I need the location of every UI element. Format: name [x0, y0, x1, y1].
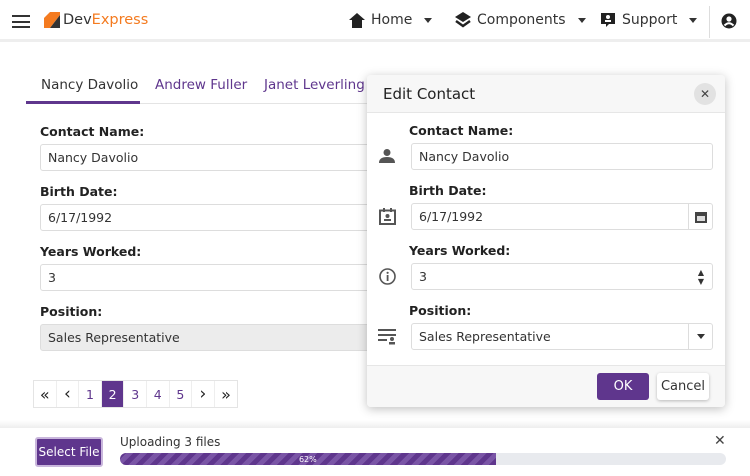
dropdown-button[interactable]	[688, 324, 712, 349]
support-icon	[601, 13, 615, 27]
pager-first[interactable]: «	[34, 381, 57, 407]
pager-next[interactable]: ›	[192, 381, 215, 407]
spin-down-icon[interactable]: ▼	[698, 277, 704, 286]
nav-home-label: Home	[371, 12, 413, 28]
chevron-down-icon	[696, 334, 705, 339]
pager-page-2[interactable]: 2	[101, 381, 125, 407]
dialog-birth-date-input[interactable]: 6/17/1992	[411, 203, 713, 230]
app-header: Dev Express Home Components Support	[0, 0, 750, 42]
edit-contact-dialog: Edit Contact ✕ Contact Name: Nancy Davol…	[367, 75, 725, 407]
dialog-contact-name-input[interactable]: Nancy Davolio	[411, 143, 713, 170]
position-label: Position:	[40, 304, 103, 319]
ok-button[interactable]: OK	[597, 373, 649, 400]
upload-progress-bar: 62%	[120, 453, 726, 465]
progress-fill: 62%	[120, 453, 496, 465]
calendar-contact-icon	[379, 208, 396, 225]
select-file-button[interactable]: Select File	[35, 437, 103, 467]
chevron-down-icon	[424, 17, 433, 23]
logo-dev: Dev	[63, 12, 92, 28]
tab-andrew-fuller[interactable]: Andrew Fuller	[155, 77, 247, 93]
account-circle-icon[interactable]	[721, 13, 737, 29]
devexpress-logo[interactable]: Dev Express	[44, 12, 148, 28]
progress-label: 62%	[298, 454, 317, 464]
years-worked-input[interactable]: 3	[40, 264, 380, 291]
birth-date-label: Birth Date:	[40, 184, 118, 199]
nav-support[interactable]: Support	[600, 12, 698, 28]
nav-home[interactable]: Home	[349, 12, 433, 28]
position-value: Sales Representative	[419, 329, 551, 344]
pager-page-1[interactable]: 1	[79, 381, 102, 407]
hamburger-menu-icon[interactable]	[12, 15, 30, 28]
chevron-down-icon	[577, 17, 586, 23]
years-worked-label: Years Worked:	[40, 244, 142, 259]
years-worked-value: 3	[419, 269, 427, 284]
pager: « ‹ 1 2 3 4 5 › »	[33, 380, 239, 408]
pager-page-4[interactable]: 4	[147, 381, 170, 407]
list-person-icon	[378, 329, 396, 345]
active-tab-indicator	[26, 101, 140, 104]
dialog-years-worked-label: Years Worked:	[409, 243, 511, 258]
logo-express: Express	[91, 12, 149, 28]
pager-page-5[interactable]: 5	[170, 381, 193, 407]
pager-page-3[interactable]: 3	[124, 381, 147, 407]
upload-status: Uploading 3 files	[120, 435, 221, 449]
spin-buttons[interactable]: ▲ ▼	[698, 268, 704, 286]
nav-components-label: Components	[477, 12, 566, 28]
birth-date-input[interactable]: 6/17/1992	[40, 204, 380, 231]
calendar-icon	[694, 211, 707, 223]
dialog-years-worked-input[interactable]: 3 ▲ ▼	[411, 263, 713, 290]
nav-components[interactable]: Components	[455, 12, 586, 28]
dialog-position-label: Position:	[409, 303, 472, 318]
logo-mark-icon	[44, 12, 60, 28]
nav-support-label: Support	[622, 12, 678, 28]
contact-name-input[interactable]: Nancy Davolio	[40, 144, 380, 171]
panel-separator	[0, 420, 750, 428]
home-icon	[349, 12, 365, 28]
close-icon[interactable]: ✕	[714, 433, 726, 449]
cancel-button[interactable]: Cancel	[657, 373, 709, 400]
spin-up-icon[interactable]: ▲	[698, 268, 704, 277]
person-icon	[379, 149, 395, 163]
dialog-position-select[interactable]: Sales Representative	[411, 323, 713, 350]
dialog-title: Edit Contact	[383, 85, 476, 103]
close-icon[interactable]: ✕	[694, 83, 716, 105]
dialog-footer: OK Cancel	[367, 365, 725, 407]
info-icon	[379, 268, 396, 285]
birth-date-value: 6/17/1992	[419, 209, 484, 224]
dialog-contact-name-label: Contact Name:	[409, 123, 514, 138]
dialog-header: Edit Contact ✕	[367, 75, 725, 113]
pager-last[interactable]: »	[215, 381, 238, 407]
position-select[interactable]: Sales Representative	[40, 324, 380, 351]
tab-nancy-davolio[interactable]: Nancy Davolio	[41, 77, 138, 93]
layers-icon	[455, 12, 471, 28]
calendar-button[interactable]	[688, 204, 712, 229]
tab-janet-leverling[interactable]: Janet Leverling	[264, 77, 365, 93]
chevron-down-icon	[689, 17, 698, 23]
contact-name-label: Contact Name:	[40, 124, 145, 139]
pager-prev[interactable]: ‹	[57, 381, 80, 407]
dialog-birth-date-label: Birth Date:	[409, 183, 487, 198]
divider	[709, 6, 710, 38]
